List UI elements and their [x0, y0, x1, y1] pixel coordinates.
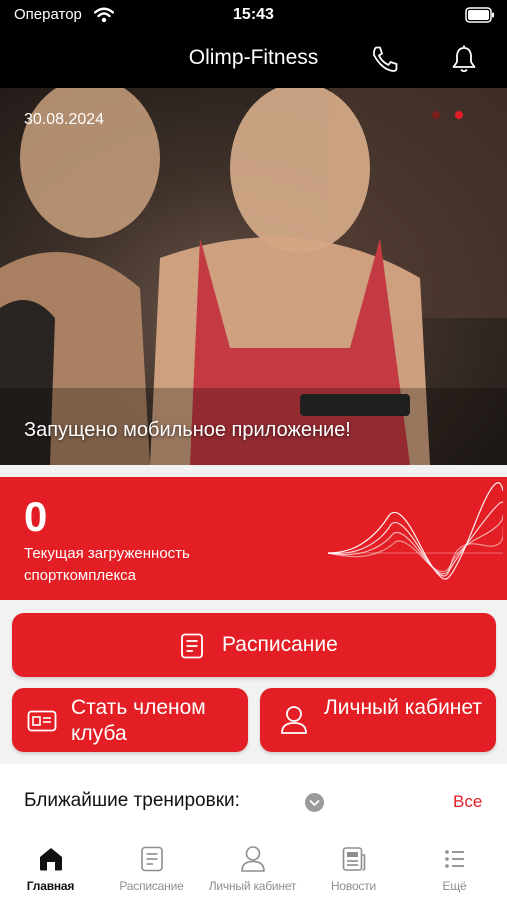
- load-label: Текущая загруженность спорткомплекса: [24, 545, 190, 584]
- tab-label: Новости: [330, 879, 377, 893]
- membership-button[interactable]: Стать членом клуба: [12, 688, 248, 752]
- bell-icon[interactable]: [450, 44, 478, 74]
- user-icon: [281, 706, 307, 734]
- news-icon: [342, 847, 366, 871]
- tab-bar: Главная Расписание Личный кабинет Новост…: [0, 836, 507, 900]
- schedule-icon: [141, 846, 163, 872]
- membership-button-label: Стать членом клуба: [71, 696, 206, 745]
- account-button[interactable]: Личный кабинет: [260, 688, 496, 752]
- banner-photo: [0, 88, 507, 465]
- tab-more[interactable]: Ещё: [404, 836, 505, 900]
- tab-label: Ещё: [442, 879, 467, 893]
- page-indicator-dot[interactable]: [432, 111, 440, 119]
- tab-schedule[interactable]: Расписание: [101, 836, 202, 900]
- page-indicator-dot-active[interactable]: [455, 111, 463, 119]
- see-all-link[interactable]: Все: [453, 792, 482, 812]
- more-icon: [445, 850, 464, 868]
- battery-icon: [465, 7, 494, 23]
- header-bar: Olimp-Fitness: [0, 32, 507, 88]
- tab-news[interactable]: Новости: [303, 836, 404, 900]
- banner-date: 30.08.2024: [24, 111, 105, 128]
- schedule-button[interactable]: Расписание: [12, 613, 496, 677]
- id-card-icon: [27, 710, 57, 732]
- status-bar: Оператор 15:43: [0, 0, 507, 32]
- tab-account[interactable]: Личный кабинет: [202, 836, 303, 900]
- clock-time: 15:43: [233, 6, 274, 23]
- document-icon: [181, 633, 203, 659]
- tab-label: Личный кабинет: [208, 879, 297, 893]
- schedule-button-label: Расписание: [222, 633, 338, 656]
- tab-label: Главная: [26, 879, 75, 893]
- phone-icon[interactable]: [370, 44, 400, 74]
- chevron-down-icon[interactable]: [305, 793, 324, 812]
- user-icon: [241, 846, 265, 872]
- gym-load-card: 0 Текущая загруженность спорткомплекса: [0, 477, 507, 600]
- wave-graphic: [328, 482, 503, 580]
- load-value: 0: [24, 493, 48, 540]
- tab-home[interactable]: Главная: [0, 836, 101, 900]
- upcoming-title: Ближайшие тренировки:: [24, 790, 240, 811]
- account-button-label: Личный кабинет: [324, 696, 482, 719]
- tab-label: Расписание: [119, 879, 184, 893]
- home-icon: [40, 848, 62, 871]
- app-title: Olimp-Fitness: [188, 46, 319, 69]
- news-banner[interactable]: 30.08.2024 Запущено мобильное приложение…: [0, 88, 507, 465]
- banner-caption: Запущено мобильное приложение!: [24, 419, 351, 441]
